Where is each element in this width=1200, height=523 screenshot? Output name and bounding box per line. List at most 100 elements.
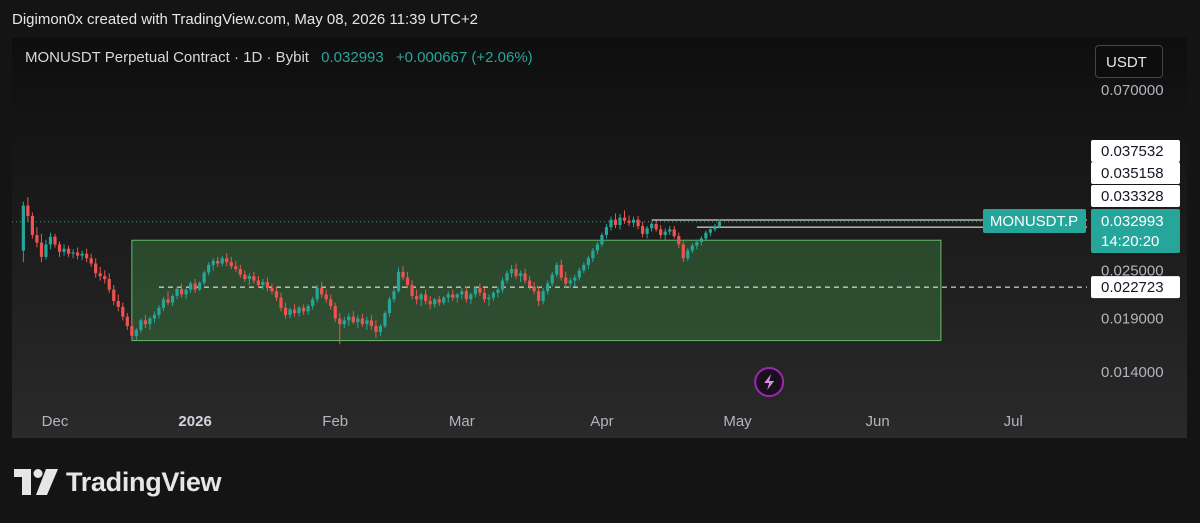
candle-body <box>48 236 53 245</box>
candle-body <box>433 299 437 305</box>
price-level-text: 0.035158 <box>1101 165 1164 182</box>
candle-body <box>35 234 39 243</box>
candle-body <box>247 276 251 280</box>
candle-body <box>211 260 215 265</box>
candle-body <box>324 294 328 300</box>
candle-body <box>184 289 188 295</box>
candle-body <box>442 297 446 303</box>
candle <box>704 230 708 241</box>
price-level-label: 0.035158 <box>1091 162 1180 184</box>
candle <box>116 294 120 312</box>
candle-body <box>292 309 297 314</box>
candle-body <box>356 318 360 323</box>
candle-body <box>125 316 129 327</box>
candle <box>713 223 717 232</box>
candle <box>30 212 34 239</box>
candle-body <box>383 313 387 327</box>
candle <box>636 216 640 230</box>
candle-body <box>85 253 89 259</box>
candle-body <box>482 292 486 300</box>
candle-body <box>265 281 270 289</box>
candle-body <box>76 252 80 256</box>
candle <box>35 227 39 248</box>
candle-body <box>157 307 161 315</box>
candle-body <box>455 294 459 298</box>
candle-body <box>243 274 247 280</box>
candle <box>44 239 48 260</box>
candle-body <box>369 320 373 327</box>
candle <box>604 223 609 239</box>
candle-body <box>464 291 468 300</box>
price-chart[interactable]: Dec 2026 Feb Mar Apr May Jun Jul 0.0700000.0250… <box>12 38 1187 438</box>
candle-body <box>112 289 116 301</box>
candle-body <box>94 263 98 274</box>
candle-body <box>170 296 175 303</box>
currency-button[interactable]: USDT <box>1095 45 1163 78</box>
candle-body <box>216 260 220 264</box>
candle-body <box>374 326 378 332</box>
candle-body <box>148 318 152 325</box>
candle-body <box>690 245 694 251</box>
candle-body <box>509 269 514 274</box>
candle-body <box>518 273 523 277</box>
candle <box>383 311 387 328</box>
candle-body <box>152 314 157 319</box>
candle-body <box>26 205 30 217</box>
candle-body <box>30 216 34 235</box>
x-tick-label: Jun <box>866 413 890 430</box>
candle-body <box>708 229 712 233</box>
candle <box>672 226 676 239</box>
y-tick-label: 0.070000 <box>1101 82 1164 99</box>
candle-body <box>378 326 383 332</box>
candle-body <box>57 244 62 252</box>
lightning-icon[interactable] <box>754 367 785 397</box>
candle-body <box>622 217 627 221</box>
brand-name: TradingView <box>66 466 222 497</box>
candle <box>48 232 53 250</box>
candle-body <box>315 288 319 300</box>
candle-body <box>496 289 500 293</box>
price-level-label: 0.033328 <box>1091 185 1180 207</box>
candle-body <box>270 288 274 292</box>
candle-body <box>586 258 590 265</box>
candle-body <box>473 288 477 295</box>
candle-body <box>365 320 369 325</box>
candle-body <box>311 299 315 307</box>
candle-body <box>66 248 71 254</box>
x-tick-label: Jul <box>1004 413 1023 430</box>
candle <box>21 201 25 263</box>
candle <box>618 213 622 230</box>
candle-body <box>103 276 107 280</box>
candle-body <box>717 221 722 227</box>
candle-body <box>134 329 138 336</box>
candle-body <box>410 285 414 297</box>
chart-panel[interactable]: Dec 2026 Feb Mar Apr May Jun Jul 0.070000 0.0250… <box>12 38 1187 438</box>
candle-body <box>21 205 25 251</box>
legend-change: +0.000667 (+2.06%) <box>395 49 533 66</box>
candle-body <box>713 226 717 230</box>
candle-body <box>609 219 613 228</box>
candle-body <box>532 286 536 292</box>
candle-body <box>116 300 120 307</box>
candle <box>98 266 102 281</box>
candle-body <box>360 318 364 325</box>
x-tick-label: Dec <box>42 413 69 430</box>
candle-body <box>451 294 455 298</box>
candle-body <box>283 307 288 315</box>
chart-attribution: Digimon0x created with TradingView.com, … <box>12 11 478 28</box>
candle-body <box>577 270 581 278</box>
candle-body <box>320 288 324 295</box>
candle-body <box>686 250 690 259</box>
tradingview-brand[interactable]: TradingView <box>14 465 222 499</box>
price-level-label: 0.037532 <box>1091 140 1180 162</box>
x-tick-label: 2026 <box>178 413 211 430</box>
tradingview-logo-icon <box>14 469 58 495</box>
candle-body <box>80 253 84 256</box>
candle <box>89 253 93 267</box>
candle-body <box>179 288 184 295</box>
candle-body <box>627 220 631 223</box>
candle-body <box>256 280 260 286</box>
candle-body <box>338 318 342 325</box>
candle-body <box>636 219 640 227</box>
current-price-value: 0.032993 <box>1101 213 1164 230</box>
